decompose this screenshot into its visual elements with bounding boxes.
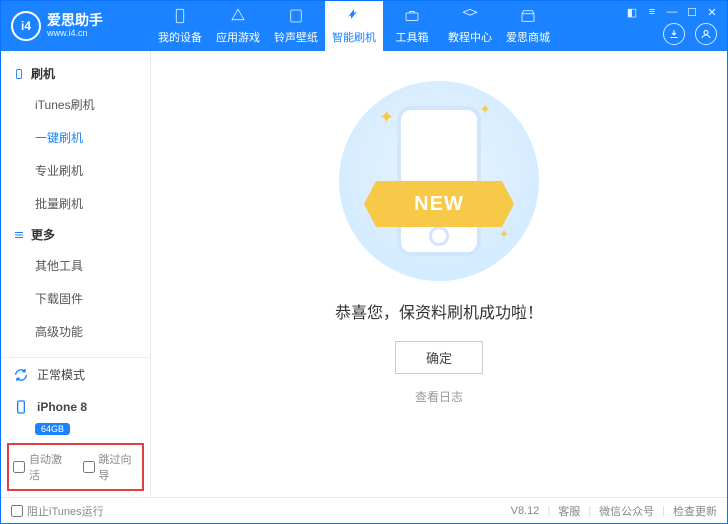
tab-tutorial[interactable]: 教程中心 <box>441 1 499 51</box>
download-button[interactable] <box>663 23 685 45</box>
check-update-link[interactable]: 检查更新 <box>673 503 717 519</box>
refresh-icon <box>13 367 29 383</box>
sidebar-item-download-firmware[interactable]: 下载固件 <box>1 282 150 315</box>
tab-label: 应用游戏 <box>216 29 260 45</box>
option-skip-guide[interactable]: 跳过向导 <box>83 451 139 483</box>
device-storage-badge: 64GB <box>35 423 70 435</box>
block-itunes-option[interactable]: 阻止iTunes运行 <box>11 503 104 519</box>
sidebar-item-batch-flash[interactable]: 批量刷机 <box>1 187 150 220</box>
flash-icon <box>345 7 363 25</box>
block-itunes-checkbox[interactable] <box>11 505 23 517</box>
block-itunes-label: 阻止iTunes运行 <box>27 503 104 519</box>
header: i4 爱思助手 www.i4.cn 我的设备 应用游戏 铃声壁纸 智能刷机 <box>1 1 727 51</box>
menu-icon[interactable]: ≡ <box>645 5 659 19</box>
option-auto-activate[interactable]: 自动激活 <box>13 451 69 483</box>
device-mode-text: 正常模式 <box>37 366 85 383</box>
maximize-icon[interactable]: ☐ <box>685 5 699 19</box>
version-text: V8.12 <box>511 505 540 517</box>
tab-label: 铃声壁纸 <box>274 29 318 45</box>
tab-toolbox[interactable]: 工具箱 <box>383 1 441 51</box>
brand-logo: i4 <box>11 11 41 41</box>
view-log-link[interactable]: 查看日志 <box>415 388 463 405</box>
sidebar-group-more: 更多 <box>1 220 150 249</box>
main-content: ✦ ✦ ✦ NEW 恭喜您，保资料刷机成功啦！ 确定 查看日志 <box>151 51 727 497</box>
tab-label: 我的设备 <box>158 29 202 45</box>
store-icon <box>519 7 537 25</box>
tab-label: 教程中心 <box>448 29 492 45</box>
toolbox-icon <box>403 7 421 25</box>
success-illustration: ✦ ✦ ✦ NEW <box>339 81 539 281</box>
flash-options-box: 自动激活 跳过向导 <box>7 443 144 491</box>
tab-store[interactable]: 爱思商城 <box>499 1 557 51</box>
sparkle-icon: ✦ <box>379 107 394 128</box>
device-mode-row[interactable]: 正常模式 <box>1 358 150 391</box>
minimize-icon[interactable]: ― <box>665 5 679 19</box>
device-name: iPhone 8 <box>37 400 87 414</box>
device-phone-icon <box>13 399 29 415</box>
skip-guide-checkbox[interactable] <box>83 461 95 473</box>
tab-my-device[interactable]: 我的设备 <box>151 1 209 51</box>
sparkle-icon: ✦ <box>479 101 491 118</box>
tab-apps[interactable]: 应用游戏 <box>209 1 267 51</box>
success-message: 恭喜您，保资料刷机成功啦！ <box>335 299 543 323</box>
sidebar-item-pro-flash[interactable]: 专业刷机 <box>1 154 150 187</box>
apps-icon <box>229 7 247 25</box>
wechat-link[interactable]: 微信公众号 <box>599 503 654 519</box>
top-tabs: 我的设备 应用游戏 铃声壁纸 智能刷机 工具箱 教程中心 <box>151 1 557 51</box>
tab-flash[interactable]: 智能刷机 <box>325 1 383 51</box>
brand-subtitle: www.i4.cn <box>47 29 103 39</box>
tab-label: 工具箱 <box>396 29 429 45</box>
skin-icon[interactable]: ◧ <box>625 5 639 19</box>
sidebar: 刷机 iTunes刷机 一键刷机 专业刷机 批量刷机 更多 其他工具 下载固件 … <box>1 51 151 497</box>
sidebar-group-title: 刷机 <box>31 65 55 82</box>
phone-outline-icon <box>13 68 25 80</box>
brand: i4 爱思助手 www.i4.cn <box>1 11 151 41</box>
list-icon <box>13 229 25 241</box>
sidebar-item-advanced[interactable]: 高级功能 <box>1 315 150 348</box>
ok-button[interactable]: 确定 <box>395 341 483 374</box>
tab-ringtones[interactable]: 铃声壁纸 <box>267 1 325 51</box>
support-link[interactable]: 客服 <box>558 503 580 519</box>
auto-activate-checkbox[interactable] <box>13 461 25 473</box>
footer: 阻止iTunes运行 V8.12 | 客服 | 微信公众号 | 检查更新 <box>1 497 727 523</box>
brand-title: 爱思助手 <box>47 13 103 28</box>
sidebar-item-itunes-flash[interactable]: iTunes刷机 <box>1 88 150 121</box>
tab-label: 智能刷机 <box>332 29 376 45</box>
sparkle-icon: ✦ <box>499 227 509 241</box>
window-controls: ◧ ≡ ― ☐ ✕ <box>625 5 719 19</box>
user-button[interactable] <box>695 23 717 45</box>
sidebar-item-other-tools[interactable]: 其他工具 <box>1 249 150 282</box>
tutorial-icon <box>461 7 479 25</box>
sidebar-item-oneclick-flash[interactable]: 一键刷机 <box>1 121 150 154</box>
music-icon <box>287 7 305 25</box>
tab-label: 爱思商城 <box>506 29 550 45</box>
option-label: 自动激活 <box>29 451 69 483</box>
option-label: 跳过向导 <box>99 451 139 483</box>
new-ribbon: NEW <box>364 181 514 227</box>
sidebar-group-title: 更多 <box>31 226 55 243</box>
device-row[interactable]: iPhone 8 64GB <box>1 391 150 439</box>
close-icon[interactable]: ✕ <box>705 5 719 19</box>
sidebar-group-flash: 刷机 <box>1 59 150 88</box>
phone-icon <box>171 7 189 25</box>
